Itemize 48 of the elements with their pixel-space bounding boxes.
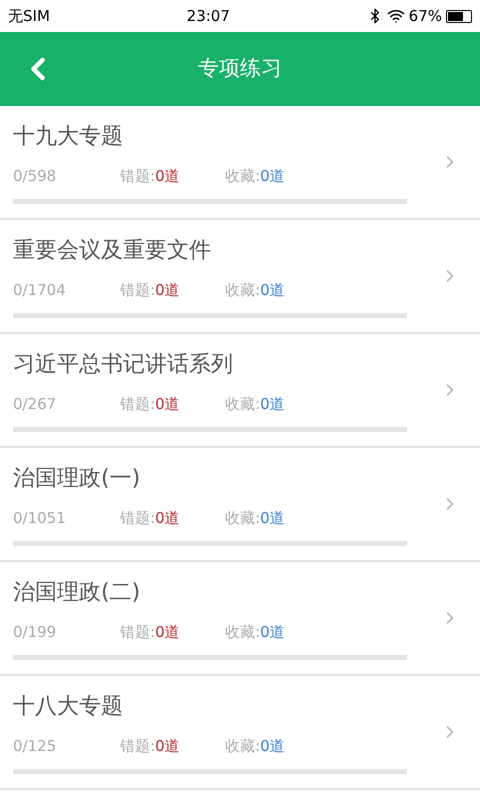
topic-item[interactable]: 治国理政(一) 0/1051 错题:0道 收藏:0道 [0, 448, 480, 562]
topic-item[interactable]: 十八大专题 0/125 错题:0道 收藏:0道 [0, 676, 480, 790]
topic-title: 治国理政(二) [13, 578, 140, 607]
topic-item[interactable]: 治国理政(二) 0/199 错题:0道 收藏:0道 [0, 562, 480, 676]
wrong-count: 0道 [155, 622, 181, 643]
topic-title: 十九大专题 [13, 122, 123, 151]
progress-count: 0/1704 [13, 280, 67, 301]
topic-item[interactable]: 十九大专题 0/598 错题:0道 收藏:0道 [0, 106, 480, 220]
favorite-count: 0道 [260, 508, 285, 529]
wifi-icon [386, 7, 405, 25]
topic-title: 习近平总书记讲话系列 [13, 350, 233, 379]
wrong-label: 错题: [120, 736, 156, 757]
topic-title: 重要会议及重要文件 [13, 236, 211, 265]
favorite-count: 0道 [260, 736, 285, 757]
favorite-count: 0道 [260, 280, 285, 301]
wrong-count: 0道 [155, 166, 181, 187]
favorite-label: 收藏: [225, 394, 260, 415]
carrier-text: 无SIM [8, 6, 50, 27]
wrong-count: 0道 [155, 394, 181, 415]
progress-count: 0/1051 [13, 508, 67, 529]
favorite-label: 收藏: [225, 166, 260, 187]
page-title: 专项练习 [198, 55, 282, 82]
wrong-count: 0道 [155, 736, 181, 757]
topic-item[interactable]: 习近平总书记讲话系列 0/267 错题:0道 收藏:0道 [0, 334, 480, 448]
favorite-label: 收藏: [225, 622, 260, 643]
wrong-label: 错题: [120, 508, 156, 529]
wrong-label: 错题: [120, 280, 156, 301]
favorite-label: 收藏: [225, 280, 260, 301]
wrong-count: 0道 [155, 508, 181, 529]
wrong-label: 错题: [120, 166, 156, 187]
progress-count: 0/598 [13, 166, 58, 187]
progress-count: 0/125 [13, 736, 58, 757]
topic-title: 治国理政(一) [13, 464, 140, 493]
battery-icon [446, 10, 472, 22]
favorite-count: 0道 [260, 394, 285, 415]
wrong-label: 错题: [120, 394, 156, 415]
favorite-label: 收藏: [225, 736, 260, 757]
progress-count: 0/267 [13, 394, 58, 415]
progress-count: 0/199 [13, 622, 58, 643]
favorite-label: 收藏: [225, 508, 260, 529]
topic-item[interactable]: 重要会议及重要文件 0/1704 错题:0道 收藏:0道 [0, 220, 480, 334]
wrong-count: 0道 [155, 280, 181, 301]
battery-text: 67% [408, 6, 442, 27]
topic-title: 十八大专题 [13, 692, 123, 721]
favorite-count: 0道 [260, 166, 285, 187]
favorite-count: 0道 [260, 622, 285, 643]
wrong-label: 错题: [120, 622, 156, 643]
clock-text: 23:07 [186, 6, 230, 27]
